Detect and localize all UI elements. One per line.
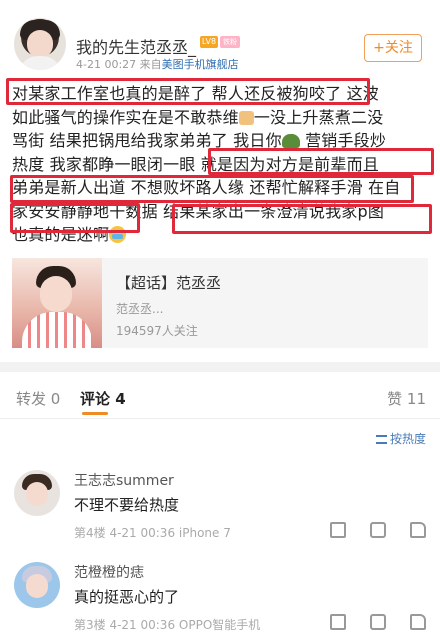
bow-emoji [238,110,254,125]
level-badge: LV8 [200,36,218,48]
like-icon[interactable] [410,522,426,538]
source-prefix: 来自 [139,58,162,71]
post-source[interactable]: 美图手机旗舰店 [162,58,239,71]
body-line: 如此骚气的操作实在是不敢恭维 一没上升蒸煮二没 [12,107,384,127]
comment-meta: 第3楼 4-21 00:36 OPPO智能手机 [74,618,261,632]
commenter-avatar[interactable] [14,470,60,516]
comment-text: 不理不要给热度 [74,496,180,514]
tab-like[interactable]: 赞 11 [387,388,426,409]
topic-subtitle: 范丞丞... [116,302,164,316]
share-icon[interactable] [330,614,346,630]
comment-text: 真的挺恶心的了 [74,588,180,606]
topic-followers: 194597人关注 [116,324,198,338]
tab-repost[interactable]: 转发 0 [16,388,60,409]
comment-item: 王志志summer 不理不要给热度 第4楼 4-21 00:36 iPhone … [0,464,440,550]
follow-button[interactable]: +关注 [364,34,422,62]
sort-button[interactable]: 按热度 [375,430,426,447]
post-time: 4-21 00:27 [76,58,137,71]
tab-bar: 转发 0 评论 4 赞 11 [0,380,440,416]
super-topic-card[interactable]: 【超话】范丞丞 范丞丞... 194597人关注 [12,258,428,348]
commenter-name[interactable]: 王志志summer [74,470,174,490]
active-tab-indicator [82,412,108,415]
body-line: 对某家工作室也真的是醉了 帮人还反被狗咬了 这波 [12,84,379,103]
body-line: 弟弟是新人出道 不想败坏路人缘 还帮忙解释手滑 在自 [12,178,401,197]
commenter-name[interactable]: 范橙橙的痣 [74,562,144,582]
post-body: 对某家工作室也真的是醉了 帮人还反被狗咬了 这波 如此骚气的操作实在是不敢恭维一… [12,82,432,247]
section-divider [0,362,440,372]
author-name[interactable]: 我的先生范丞丞_ [76,34,196,58]
topic-image [12,258,102,348]
fan-badge: 铁粉 [220,36,240,48]
reply-icon[interactable] [370,522,386,538]
like-icon[interactable] [410,614,426,630]
dinosaur-emoji [281,134,300,148]
body-line: 热度 我家都睁一眼闭一眼 就是因为对方是前辈而且 [12,154,379,174]
share-icon[interactable] [330,522,346,538]
sort-icon [375,435,387,444]
topic-title: 【超话】范丞丞 [116,274,222,292]
commenter-avatar[interactable] [14,562,60,608]
tab-comment[interactable]: 评论 4 [80,388,126,409]
reply-icon[interactable] [370,614,386,630]
crying-emoji [109,226,127,243]
comment-meta: 第4楼 4-21 00:36 iPhone 7 [74,526,231,540]
sort-row: 按热度 [0,418,440,458]
body-line: 家安安静静地干数据 结果某家出一条澄清说我家p图 [12,201,385,221]
post-header: 我的先生范丞丞_ LV8 铁粉 4-21 00:27 来自美图手机旗舰店 +关注 [0,0,440,80]
comment-item: 范橙橙的痣 真的挺恶心的了 第3楼 4-21 00:36 OPPO智能手机 [0,556,440,634]
post-meta: 4-21 00:27 来自美图手机旗舰店 [76,56,239,72]
author-avatar[interactable] [14,18,66,70]
body-line: 也真的是迷啊 [12,223,432,247]
body-line: 骂街 结果把锅甩给我家弟弟了 我日你 营销手段炒 [12,131,387,150]
